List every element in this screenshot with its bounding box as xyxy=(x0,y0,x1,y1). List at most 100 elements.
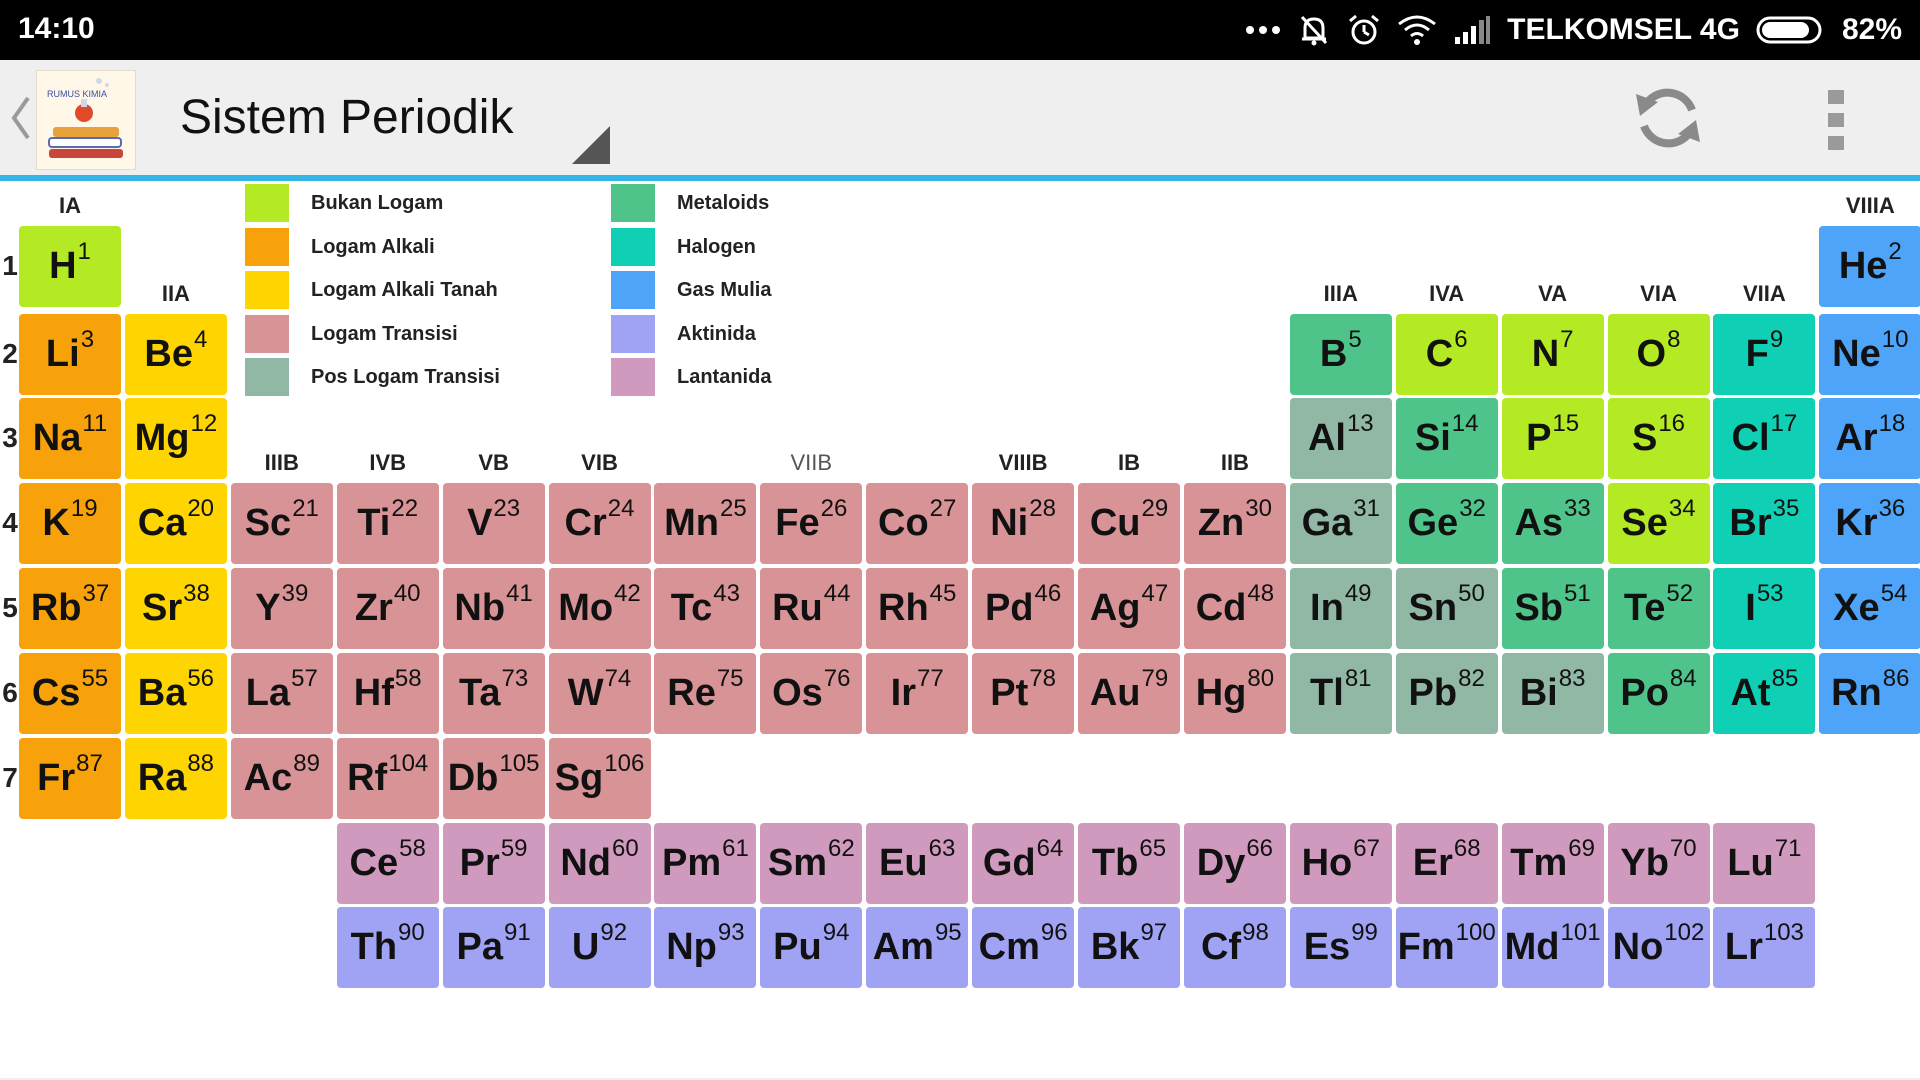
element-pd[interactable]: Pd 46 xyxy=(972,568,1075,649)
element-sb[interactable]: Sb 51 xyxy=(1501,568,1604,649)
element-k[interactable]: K 19 xyxy=(19,483,121,564)
element-ir[interactable]: Ir 77 xyxy=(866,653,969,734)
element-v[interactable]: V 23 xyxy=(442,483,545,564)
element-i[interactable]: I 53 xyxy=(1713,568,1816,649)
element-ta[interactable]: Ta 73 xyxy=(442,653,545,734)
element-cd[interactable]: Cd 48 xyxy=(1183,568,1286,649)
element-md[interactable]: Md 101 xyxy=(1501,907,1604,988)
element-lu[interactable]: Lu 71 xyxy=(1713,823,1816,904)
element-gd[interactable]: Gd 64 xyxy=(972,823,1075,904)
element-rh[interactable]: Rh 45 xyxy=(866,568,969,649)
element-cs[interactable]: Cs 55 xyxy=(19,653,121,734)
element-sn[interactable]: Sn 50 xyxy=(1395,568,1498,649)
element-sg[interactable]: Sg 106 xyxy=(548,738,651,819)
element-yb[interactable]: Yb 70 xyxy=(1607,823,1710,904)
element-eu[interactable]: Eu 63 xyxy=(866,823,969,904)
element-db[interactable]: Db 105 xyxy=(442,738,545,819)
element-ti[interactable]: Ti 22 xyxy=(336,483,439,564)
element-po[interactable]: Po 84 xyxy=(1607,653,1710,734)
element-cl[interactable]: Cl 17 xyxy=(1713,398,1816,479)
element-fe[interactable]: Fe 26 xyxy=(760,483,863,564)
element-h[interactable]: H1 xyxy=(19,226,121,307)
element-ho[interactable]: Ho 67 xyxy=(1289,823,1392,904)
element-s[interactable]: S 16 xyxy=(1607,398,1710,479)
element-ac[interactable]: Ac 89 xyxy=(230,738,333,819)
element-cm[interactable]: Cm 96 xyxy=(972,907,1075,988)
element-br[interactable]: Br 35 xyxy=(1713,483,1816,564)
element-fm[interactable]: Fm 100 xyxy=(1395,907,1498,988)
element-f[interactable]: F9 xyxy=(1713,314,1816,395)
element-la[interactable]: La 57 xyxy=(230,653,333,734)
element-as[interactable]: As 33 xyxy=(1501,483,1604,564)
element-lr[interactable]: Lr 103 xyxy=(1713,907,1816,988)
element-pm[interactable]: Pm 61 xyxy=(654,823,757,904)
element-rn[interactable]: Rn 86 xyxy=(1819,653,1920,734)
element-ru[interactable]: Ru 44 xyxy=(760,568,863,649)
element-pa[interactable]: Pa 91 xyxy=(442,907,545,988)
element-mo[interactable]: Mo 42 xyxy=(548,568,651,649)
element-ca[interactable]: Ca 20 xyxy=(124,483,227,564)
element-o[interactable]: O8 xyxy=(1607,314,1710,395)
element-si[interactable]: Si 14 xyxy=(1395,398,1498,479)
element-pu[interactable]: Pu 94 xyxy=(760,907,863,988)
element-cf[interactable]: Cf 98 xyxy=(1183,907,1286,988)
element-b[interactable]: B5 xyxy=(1289,314,1392,395)
element-li[interactable]: Li 3 xyxy=(19,314,121,395)
element-pt[interactable]: Pt 78 xyxy=(972,653,1075,734)
element-w[interactable]: W 74 xyxy=(548,653,651,734)
element-os[interactable]: Os 76 xyxy=(760,653,863,734)
element-cu[interactable]: Cu 29 xyxy=(1078,483,1180,564)
element-sm[interactable]: Sm 62 xyxy=(760,823,863,904)
element-er[interactable]: Er 68 xyxy=(1395,823,1498,904)
element-dy[interactable]: Dy 66 xyxy=(1183,823,1286,904)
element-np[interactable]: Np 93 xyxy=(654,907,757,988)
element-am[interactable]: Am 95 xyxy=(866,907,969,988)
element-ne[interactable]: Ne 10 xyxy=(1819,314,1920,395)
element-th[interactable]: Th 90 xyxy=(336,907,439,988)
element-ba[interactable]: Ba 56 xyxy=(124,653,227,734)
element-tm[interactable]: Tm 69 xyxy=(1501,823,1604,904)
element-ar[interactable]: Ar 18 xyxy=(1819,398,1920,479)
element-rf[interactable]: Rf 104 xyxy=(336,738,439,819)
element-c[interactable]: C6 xyxy=(1395,314,1498,395)
element-at[interactable]: At 85 xyxy=(1713,653,1816,734)
element-ra[interactable]: Ra 88 xyxy=(124,738,227,819)
element-ce[interactable]: Ce 58 xyxy=(336,823,439,904)
element-rb[interactable]: Rb 37 xyxy=(19,568,121,649)
element-hf[interactable]: Hf 58 xyxy=(336,653,439,734)
element-pr[interactable]: Pr 59 xyxy=(442,823,545,904)
element-mg[interactable]: Mg 12 xyxy=(124,398,227,479)
element-al[interactable]: Al 13 xyxy=(1289,398,1392,479)
element-es[interactable]: Es 99 xyxy=(1289,907,1392,988)
element-re[interactable]: Re 75 xyxy=(654,653,757,734)
element-bi[interactable]: Bi 83 xyxy=(1501,653,1604,734)
element-hg[interactable]: Hg 80 xyxy=(1183,653,1286,734)
element-tc[interactable]: Tc 43 xyxy=(654,568,757,649)
element-te[interactable]: Te 52 xyxy=(1607,568,1710,649)
element-na[interactable]: Na 11 xyxy=(19,398,121,479)
element-pb[interactable]: Pb 82 xyxy=(1395,653,1498,734)
element-bk[interactable]: Bk 97 xyxy=(1078,907,1180,988)
element-xe[interactable]: Xe 54 xyxy=(1819,568,1920,649)
element-se[interactable]: Se 34 xyxy=(1607,483,1710,564)
element-cr[interactable]: Cr 24 xyxy=(548,483,651,564)
element-tl[interactable]: Tl 81 xyxy=(1289,653,1392,734)
element-be[interactable]: Be 4 xyxy=(124,314,227,395)
element-ga[interactable]: Ga 31 xyxy=(1289,483,1392,564)
element-sr[interactable]: Sr 38 xyxy=(124,568,227,649)
element-ag[interactable]: Ag 47 xyxy=(1078,568,1180,649)
element-mn[interactable]: Mn 25 xyxy=(654,483,757,564)
element-p[interactable]: P 15 xyxy=(1501,398,1604,479)
element-au[interactable]: Au 79 xyxy=(1078,653,1180,734)
element-co[interactable]: Co 27 xyxy=(866,483,969,564)
element-sc[interactable]: Sc 21 xyxy=(230,483,333,564)
element-zn[interactable]: Zn 30 xyxy=(1183,483,1286,564)
element-tb[interactable]: Tb 65 xyxy=(1078,823,1180,904)
element-u[interactable]: U 92 xyxy=(548,907,651,988)
element-y[interactable]: Y 39 xyxy=(230,568,333,649)
element-he[interactable]: He 2 xyxy=(1819,226,1920,307)
element-nd[interactable]: Nd 60 xyxy=(548,823,651,904)
element-kr[interactable]: Kr 36 xyxy=(1819,483,1920,564)
element-n[interactable]: N7 xyxy=(1501,314,1604,395)
element-zr[interactable]: Zr 40 xyxy=(336,568,439,649)
